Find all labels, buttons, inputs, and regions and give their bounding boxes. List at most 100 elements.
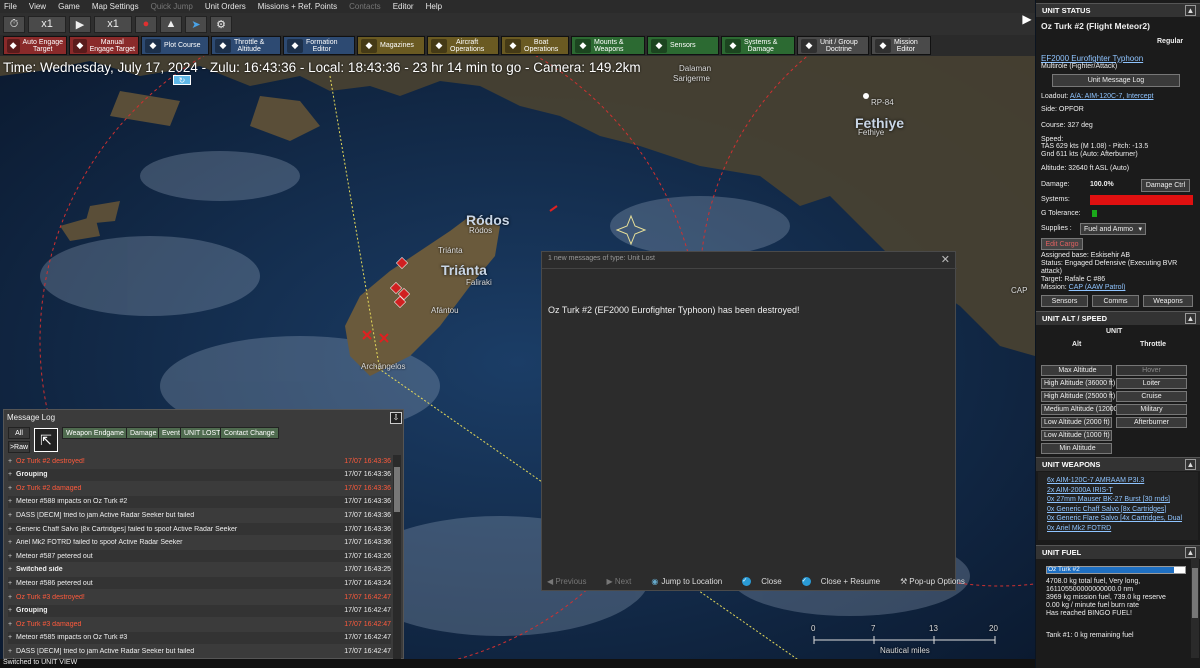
close-button[interactable]: ✓ Close (742, 577, 791, 586)
expand-row-icon[interactable]: + (8, 458, 16, 465)
toolbar-manual-button[interactable]: ◆ Manual Engage Target (69, 36, 139, 55)
altitude-button[interactable]: Medium Altitude (12000 (1041, 404, 1118, 415)
message-log-scrollbar[interactable] (393, 455, 401, 660)
log-row[interactable]: + Grouping 17/07 16:42:47 (8, 604, 391, 617)
filter-raw-button[interactable]: >Raw (8, 441, 30, 453)
popup-options-button[interactable]: ⚒ Pop-up Options (900, 577, 975, 586)
throttle-button[interactable]: Military (1116, 404, 1187, 415)
log-row[interactable]: + Meteor #586 petered out 17/07 16:43:24 (8, 577, 391, 590)
settings-gear-icon[interactable]: ⚙ (210, 15, 232, 33)
expand-row-icon[interactable]: + (8, 526, 16, 533)
weapon-item[interactable]: 0x Generic Chaff Salvo [8x Cartridges] (1047, 506, 1166, 513)
log-row[interactable]: + Meteor #587 petered out 17/07 16:43:26 (8, 550, 391, 563)
altitude-button[interactable]: Low Altitude (2000 ft) (1041, 417, 1112, 428)
log-row[interactable]: + Meteor #588 impacts on Oz Turk #2 17/07 … (8, 495, 391, 508)
expand-icon[interactable]: ⇱ (34, 428, 58, 452)
loadout-link[interactable]: A/A: AIM-120C-7, Intercept (1070, 93, 1154, 100)
filter-damage-button[interactable]: Damage (126, 427, 161, 439)
expand-row-icon[interactable]: + (8, 566, 16, 573)
jump-to-location-button[interactable]: ◉ Jump to Location (651, 577, 732, 586)
unit-fuel-header[interactable]: UNIT FUEL ▲ (1036, 545, 1200, 559)
supplies-dropdown[interactable]: Fuel and Ammo ▾ (1080, 223, 1146, 235)
edit-cargo-button[interactable]: Edit Cargo (1041, 238, 1083, 250)
comms-tab-button[interactable]: Comms (1092, 295, 1139, 307)
toolbar-mission-button[interactable]: ◆ Mission Editor (871, 36, 931, 55)
toolbar-mounts--button[interactable]: ◆ Mounts & Weapons (571, 36, 645, 55)
toolbar-boat-button[interactable]: ◆ Boat Operations (501, 36, 569, 55)
toolbar-plot-course-button[interactable]: ◆ Plot Course (141, 36, 209, 55)
speed-step-forward-button[interactable]: x1 (94, 15, 132, 33)
expand-row-icon[interactable]: + (8, 648, 16, 655)
menu-view[interactable]: View (29, 2, 46, 11)
altitude-button[interactable]: Max Altitude (1041, 365, 1112, 376)
log-row[interactable]: + Oz Turk #2 damaged 17/07 16:43:36 (8, 482, 391, 494)
toolbar-systems--button[interactable]: ◆ Systems & Damage (721, 36, 795, 55)
unit-weapons-header[interactable]: UNIT WEAPONS ▲ (1036, 457, 1200, 471)
log-row[interactable]: + Oz Turk #3 destroyed! 17/07 16:42:47 (8, 591, 391, 603)
throttle-button[interactable]: Hover (1116, 365, 1187, 376)
filter-all-button[interactable]: All (8, 427, 30, 439)
map-label-rp84[interactable]: RP-84 (871, 98, 894, 107)
collapse-arrow-icon[interactable]: ▲ (1185, 547, 1196, 558)
throttle-button[interactable]: Cruise (1116, 391, 1187, 402)
altitude-button[interactable]: High Altitude (36000 ft) (1041, 378, 1115, 389)
expand-row-icon[interactable]: + (8, 539, 16, 546)
mission-link[interactable]: CAP (AAW Patrol) (1069, 284, 1126, 291)
alt-speed-header[interactable]: UNIT ALT / SPEED ▲ (1036, 311, 1200, 325)
weapon-item[interactable]: 0x Ariel Mk2 FOTRD (1047, 525, 1111, 532)
unit-message-log-button[interactable]: Unit Message Log (1052, 74, 1180, 87)
log-row[interactable]: + Meteor #585 impacts on Oz Turk #3 17/07 … (8, 631, 391, 644)
filter-unit-lost-button[interactable]: UNIT LOST (180, 427, 225, 439)
log-row[interactable]: + Oz Turk #2 destroyed! 17/07 16:43:36 (8, 455, 391, 467)
expand-row-icon[interactable]: + (8, 553, 16, 560)
menu-file[interactable]: File (4, 2, 17, 11)
dialog-close-icon[interactable]: ✕ (941, 253, 950, 266)
altitude-button[interactable]: Min Altitude (1041, 443, 1112, 454)
collapse-arrow-icon[interactable]: ▲ (1185, 5, 1196, 16)
expand-row-icon[interactable]: + (8, 485, 16, 492)
compass-button[interactable]: ➤ (185, 15, 207, 33)
speed-step-back-button[interactable]: x1 (28, 15, 66, 33)
log-row[interactable]: + Generic Chaff Salvo [8x Cartridges] fai… (8, 523, 391, 535)
collapse-arrow-icon[interactable]: ▲ (1185, 459, 1196, 470)
unit-status-header[interactable]: UNIT STATUS ▲ (1036, 3, 1200, 17)
close-resume-button[interactable]: ✓ Close + Resume (801, 577, 890, 586)
altitude-button[interactable]: Low Altitude (1000 ft) (1041, 430, 1112, 441)
collapse-panel-icon[interactable]: ▶ (1020, 12, 1034, 30)
menu-editor[interactable]: Editor (393, 2, 414, 11)
weapon-item[interactable]: 6x AIM-120C-7 AMRAAM P3I.3 (1047, 477, 1144, 484)
next-button[interactable]: ▶ Next (607, 577, 642, 586)
weapon-item[interactable]: 0x Generic Flare Salvo [4x Cartridges, D… (1047, 515, 1182, 522)
filter-weapon-endgame-button[interactable]: Weapon Endgame (62, 427, 128, 439)
expand-row-icon[interactable]: + (8, 512, 16, 519)
expand-row-icon[interactable]: + (8, 621, 16, 628)
damage-control-button[interactable]: Damage Ctrl (1141, 179, 1190, 192)
menu-game[interactable]: Game (58, 2, 80, 11)
refresh-icon[interactable]: ↻ (173, 75, 191, 85)
throttle-button[interactable]: Afterburner (1116, 417, 1187, 428)
log-row[interactable]: + Ariel Mk2 FOTRD failed to spoof Active … (8, 537, 391, 549)
previous-button[interactable]: ◀ Previous (547, 577, 597, 586)
weapon-item[interactable]: 2x AIM-2000A IRIS-T (1047, 487, 1113, 494)
toolbar-auto-engage-button[interactable]: ◆ Auto Engage Target (3, 36, 67, 55)
menu-map-settings[interactable]: Map Settings (92, 2, 139, 11)
download-icon[interactable]: ⇩ (390, 412, 402, 424)
log-row[interactable]: + DASS [DECM] tried to jam Active Radar S… (8, 645, 391, 657)
toolbar-formation-button[interactable]: ◆ Formation Editor (283, 36, 355, 55)
terrain-button[interactable]: ▲ (160, 15, 182, 33)
toolbar-aircraft-button[interactable]: ◆ Aircraft Operations (427, 36, 499, 55)
log-row[interactable]: + Grouping 17/07 16:43:36 (8, 468, 391, 481)
toolbar-throttle--button[interactable]: ◆ Throttle & Altitude (211, 36, 281, 55)
toolbar-unit-group-button[interactable]: ◆ Unit / Group Doctrine (797, 36, 869, 55)
expand-row-icon[interactable]: + (8, 634, 16, 641)
sensors-tab-button[interactable]: Sensors (1041, 295, 1088, 307)
record-button[interactable]: ● (135, 15, 157, 33)
toolbar-sensors-button[interactable]: ◆ Sensors (647, 36, 719, 55)
menu-unit-orders[interactable]: Unit Orders (205, 2, 246, 11)
expand-row-icon[interactable]: + (8, 498, 16, 505)
menu-help[interactable]: Help (426, 2, 442, 11)
weapons-tab-button[interactable]: Weapons (1143, 295, 1193, 307)
weapon-item[interactable]: 0x 27mm Mauser BK-27 Burst [30 rnds] (1047, 496, 1170, 503)
menu-missions-ref-points[interactable]: Missions + Ref. Points (258, 2, 337, 11)
log-row[interactable]: + Oz Turk #3 damaged 17/07 16:42:47 (8, 618, 391, 630)
